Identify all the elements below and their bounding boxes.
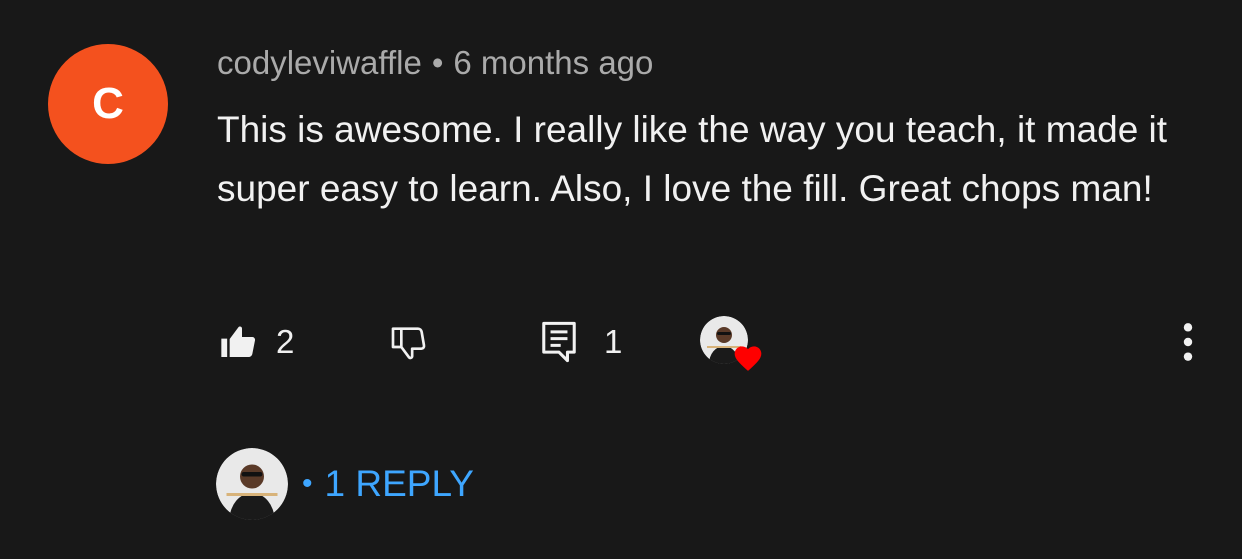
- reply-count: 1: [604, 323, 623, 360]
- dislike-button[interactable]: [388, 322, 428, 362]
- view-replies-link[interactable]: • 1 REPLY: [302, 463, 474, 505]
- reply-count-label: 1 REPLY: [324, 463, 474, 504]
- like-button[interactable]: 2: [218, 322, 294, 362]
- reply-separator: •: [302, 467, 313, 500]
- more-vertical-icon: [1183, 323, 1193, 361]
- comment-time[interactable]: 6 months ago: [453, 44, 653, 81]
- thumbs-down-icon: [391, 327, 426, 360]
- comment-text: This is awesome. I really like the way y…: [217, 109, 1168, 209]
- author-avatar[interactable]: C: [48, 44, 168, 164]
- comment-thread: C codyleviwaffle • 6 months ago This is aw…: [0, 0, 1242, 559]
- more-options-button[interactable]: [1172, 320, 1204, 364]
- reply-button[interactable]: 1: [540, 320, 622, 364]
- thumbs-up-icon: [221, 326, 256, 357]
- author-initial: C: [92, 79, 124, 128]
- creator-heart-badge: [700, 316, 766, 372]
- view-replies-row[interactable]: • 1 REPLY: [216, 448, 474, 520]
- heart-icon: [734, 346, 762, 371]
- comment-actions: 2 1: [0, 314, 1242, 372]
- author-name[interactable]: codyleviwaffle: [217, 44, 422, 81]
- comment-icon: [542, 321, 576, 363]
- reply-author-avatar: [216, 448, 288, 520]
- like-count: 2: [276, 323, 295, 360]
- meta-separator: •: [431, 44, 444, 81]
- comment-meta: codyleviwaffle • 6 months ago: [217, 44, 653, 82]
